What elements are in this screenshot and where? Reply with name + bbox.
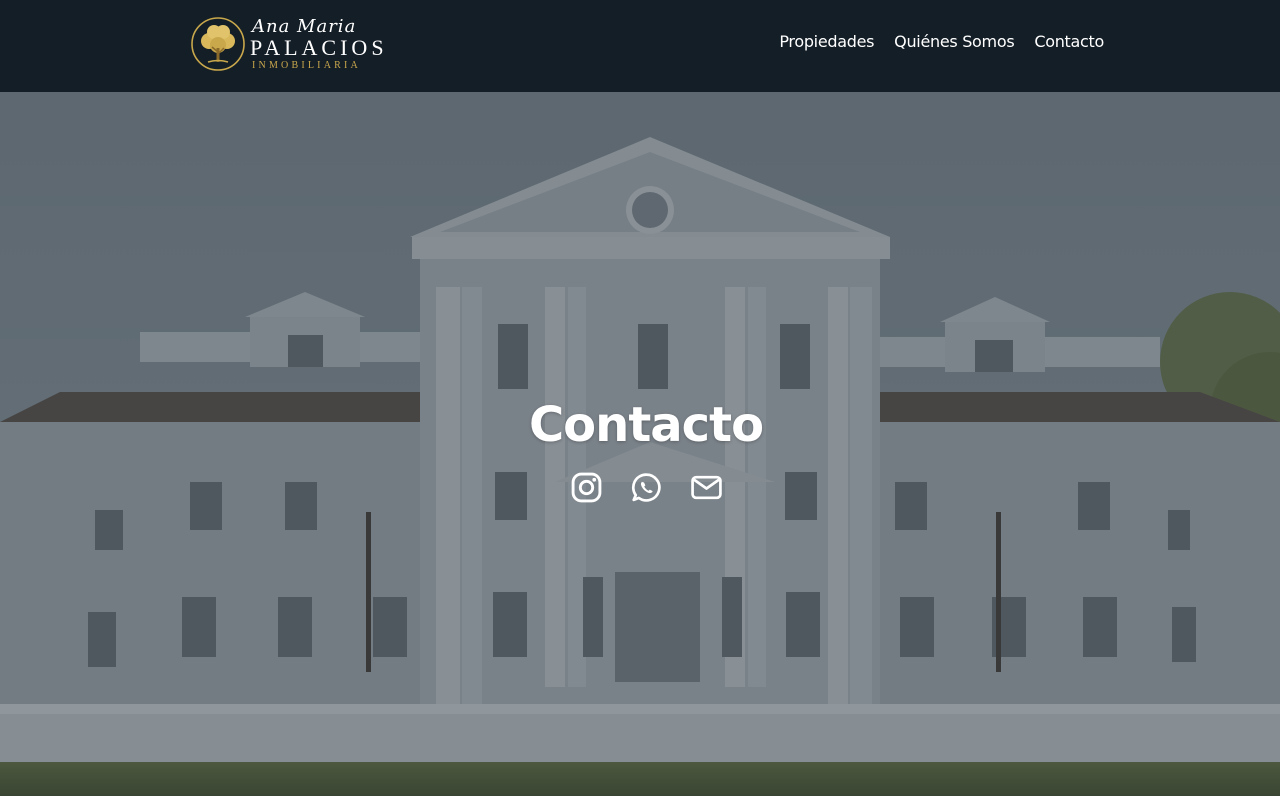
- main-nav: Propiedades Quiénes Somos Contacto: [779, 32, 1104, 51]
- email-icon[interactable]: [690, 471, 723, 504]
- logo-name-text: PALACIOS: [250, 34, 388, 60]
- page-title: Contacto: [528, 397, 764, 453]
- instagram-link[interactable]: [570, 471, 603, 504]
- instagram-icon[interactable]: [570, 471, 603, 504]
- site-logo[interactable]: Ana Maria PALACIOS INMOBILIARIA: [190, 14, 385, 74]
- nav-link-contacto[interactable]: Contacto: [1034, 32, 1104, 51]
- hero-content: Contacto: [0, 397, 1280, 504]
- logo-script-text: Ana Maria: [252, 15, 357, 37]
- logo-sub-text: INMOBILIARIA: [252, 59, 361, 71]
- logo-wordmark: Ana Maria PALACIOS INMOBILIARIA: [250, 15, 388, 71]
- site-header: Ana Maria PALACIOS INMOBILIARIA Propieda…: [0, 0, 1280, 92]
- nav-link-propiedades[interactable]: Propiedades: [779, 32, 874, 51]
- tree-emblem-icon: [191, 17, 245, 71]
- email-link[interactable]: [690, 471, 723, 504]
- social-links: [570, 471, 723, 504]
- hero-banner: Contacto: [0, 92, 1280, 796]
- nav-link-quienes-somos[interactable]: Quiénes Somos: [894, 32, 1014, 51]
- whatsapp-link[interactable]: [630, 471, 663, 504]
- whatsapp-icon[interactable]: [630, 471, 663, 504]
